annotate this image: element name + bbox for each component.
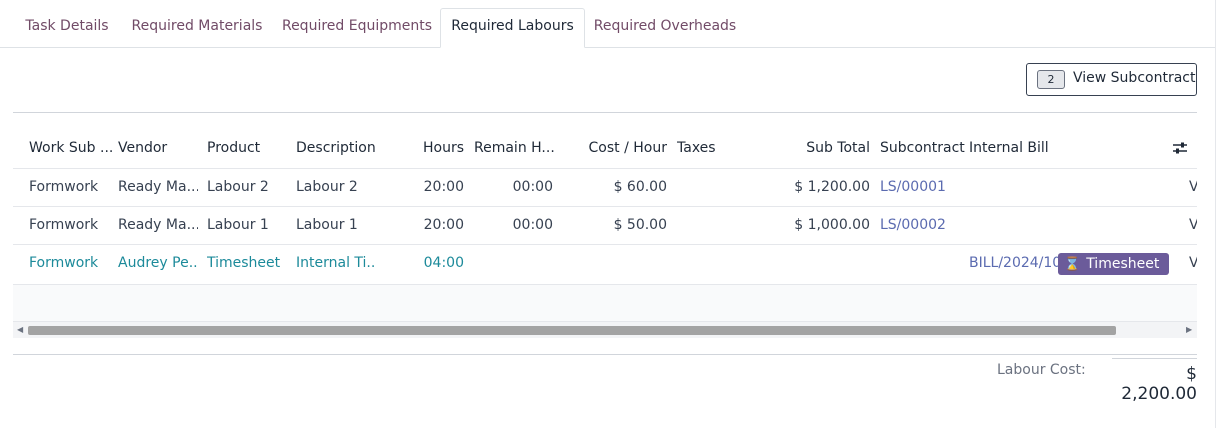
scroll-left-icon[interactable]: ◀: [17, 325, 23, 334]
cell-remain-hours: 00:00: [512, 217, 553, 233]
col-header-hours[interactable]: Hours: [413, 140, 464, 156]
subcontract-count-badge: 2: [1037, 70, 1065, 89]
cell-work-sub: Formwork: [29, 179, 99, 195]
tab-required-equipments[interactable]: Required Equipments: [274, 9, 440, 47]
col-header-cost-hour[interactable]: Cost / Hour: [573, 140, 667, 156]
cell-sub-total: $ 1,000.00: [794, 217, 870, 233]
cell-cost-hour: $ 60.00: [613, 179, 667, 195]
col-header-work-sub[interactable]: Work Sub ...: [29, 140, 114, 156]
cell-product: Labour 2: [207, 179, 269, 195]
cell-hours: 20:00: [423, 179, 464, 195]
sliders-icon[interactable]: [1172, 141, 1188, 155]
cell-cost-hour: $ 50.00: [613, 217, 667, 233]
cell-subcontract-link[interactable]: LS/00002: [880, 217, 946, 233]
col-header-taxes[interactable]: Taxes: [677, 140, 737, 156]
cell-tail: V: [1189, 217, 1197, 233]
cell-subcontract-link[interactable]: LS/00001: [880, 179, 946, 195]
cell-sub-total: $ 1,200.00: [794, 179, 870, 195]
cell-description: Internal Ti...: [296, 255, 376, 271]
tab-required-labours[interactable]: Required Labours: [440, 8, 585, 48]
cell-product: Labour 1: [207, 217, 269, 233]
divider: [13, 112, 1197, 113]
total-divider: [1112, 358, 1197, 359]
scroll-right-icon[interactable]: ▶: [1186, 325, 1192, 334]
cell-vendor: Ready Ma...: [118, 179, 198, 195]
cell-product: Timesheet: [207, 255, 281, 271]
scrollbar-thumb[interactable]: [28, 326, 1116, 335]
tab-required-overheads[interactable]: Required Overheads: [585, 9, 745, 47]
divider: [13, 354, 1197, 355]
cell-vendor: Ready Ma...: [118, 217, 198, 233]
col-header-description[interactable]: Description: [296, 140, 406, 156]
cell-internal-bill[interactable]: BILL/2024/10: [969, 255, 1061, 271]
timesheet-badge-label: Timesheet: [1086, 256, 1160, 272]
col-header-internal-bill[interactable]: Internal Bill: [969, 140, 1059, 156]
hourglass-icon: ⌛: [1064, 257, 1081, 272]
col-header-sub-total[interactable]: Sub Total: [783, 140, 870, 156]
view-subcontract-button[interactable]: 2 View Subcontract: [1026, 63, 1197, 96]
tab-task-details[interactable]: Task Details: [14, 9, 120, 47]
cell-hours: 20:00: [423, 217, 464, 233]
empty-row-area: [13, 285, 1197, 321]
labour-cost-label: Labour Cost:: [997, 362, 1086, 378]
cell-hours: 04:00: [423, 255, 464, 271]
col-header-remain-hours[interactable]: Remain H...: [474, 140, 554, 156]
cell-work-sub: Formwork: [29, 255, 99, 271]
cell-description: Labour 2: [296, 179, 358, 195]
cell-description: Labour 1: [296, 217, 358, 233]
col-header-subcontract[interactable]: Subcontract: [880, 140, 965, 156]
cell-remain-hours: 00:00: [512, 179, 553, 195]
cell-work-sub: Formwork: [29, 217, 99, 233]
labours-table: Work Sub ... Vendor Product Description …: [13, 128, 1197, 321]
cell-tail: V: [1189, 255, 1197, 271]
col-header-product[interactable]: Product: [207, 140, 287, 156]
labour-cost-value: $ 2,200.00: [1121, 364, 1197, 404]
notebook-tabs: Task Details Required Materials Required…: [0, 0, 1216, 48]
view-subcontract-label: View Subcontract: [1073, 70, 1196, 86]
horizontal-scrollbar[interactable]: ◀ ▶: [13, 321, 1197, 338]
tab-required-materials[interactable]: Required Materials: [122, 9, 272, 47]
cell-tail: V: [1189, 179, 1197, 195]
timesheet-badge: ⌛ Timesheet: [1058, 253, 1170, 275]
cell-vendor: Audrey Pe...: [118, 255, 198, 271]
col-header-vendor[interactable]: Vendor: [118, 140, 198, 156]
